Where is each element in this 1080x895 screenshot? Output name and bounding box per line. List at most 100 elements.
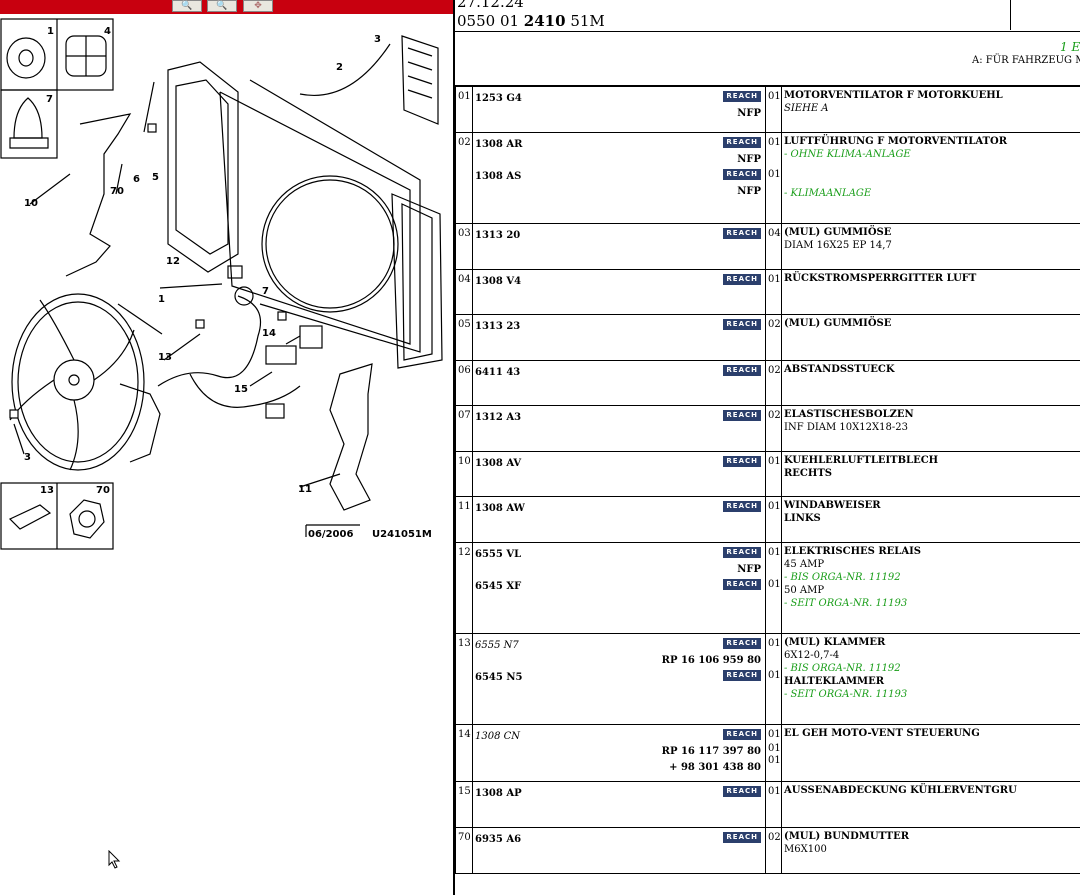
table-row[interactable]: 13 6555 N7 REACH RP 16 106 959 80 6545 N5 REA… bbox=[455, 633, 1080, 725]
table-row[interactable]: 10 1308 AV REACH 01 KUEHLERLUFTLEITBLECH RECH… bbox=[455, 451, 1080, 497]
quantity: 01 bbox=[768, 137, 781, 148]
part-reference[interactable]: 1253 G4 bbox=[475, 92, 522, 105]
table-row[interactable]: 06 6411 43 REACH 02 ABSTANDSSTUECK bbox=[455, 360, 1080, 406]
reach-badge[interactable]: REACH bbox=[723, 786, 761, 797]
position-number: 02 bbox=[455, 132, 473, 224]
part-reference[interactable]: 1313 20 bbox=[475, 229, 520, 242]
part-reference[interactable]: 1308 AW bbox=[475, 502, 525, 515]
description-cell: KUEHLERLUFTLEITBLECH RECHTS bbox=[781, 451, 1080, 497]
reach-badge[interactable]: REACH bbox=[723, 410, 761, 421]
nfp-flag: NFP bbox=[737, 564, 761, 575]
description-line: DIAM 16X25 EP 14,7 bbox=[784, 240, 892, 251]
reach-badge[interactable]: REACH bbox=[723, 274, 761, 285]
quantity: 01 bbox=[768, 91, 781, 102]
position-number: 04 bbox=[455, 269, 473, 315]
reach-badge[interactable]: REACH bbox=[723, 169, 761, 180]
table-row[interactable]: 12 6555 VL REACH NFP 6545 XF REACH 01 01 ELEKTRI… bbox=[455, 542, 1080, 634]
description-line: MOTORVENTILATOR F MOTORKUEHL bbox=[784, 90, 1003, 101]
description-cell: ABSTANDSSTUECK bbox=[781, 360, 1080, 406]
position-number: 12 bbox=[455, 542, 473, 634]
reach-badge[interactable]: REACH bbox=[723, 456, 761, 467]
quantity-cell: 01 bbox=[765, 86, 782, 133]
part-reference[interactable]: 1308 AS bbox=[475, 170, 521, 183]
description-line: - SEIT ORGA-NR. 11193 bbox=[784, 598, 908, 609]
quantity: 01 bbox=[768, 743, 781, 754]
nfp-flag: NFP bbox=[737, 108, 761, 119]
move-button[interactable]: ✥ bbox=[243, 0, 273, 12]
reference-cell: 6935 A6 REACH bbox=[472, 827, 766, 874]
table-row[interactable]: 15 1308 AP REACH 01 AUSSENABDECKUNG KÜHLERVE… bbox=[455, 781, 1080, 828]
table-row[interactable]: 04 1308 V4 REACH 01 RÜCKSTROMSPERRGITTER LUF… bbox=[455, 269, 1080, 315]
reach-badge[interactable]: REACH bbox=[723, 670, 761, 681]
reach-badge[interactable]: REACH bbox=[723, 501, 761, 512]
zoom-out-button[interactable]: 🔍 bbox=[207, 0, 237, 12]
table-row[interactable]: 14 1308 CN REACH RP 16 117 397 80 + 98 301 4… bbox=[455, 724, 1080, 782]
table-row[interactable]: 07 1312 A3 REACH 02 ELASTISCHESBOLZEN INF DIA… bbox=[455, 405, 1080, 452]
quantity: 02 bbox=[768, 365, 781, 376]
part-reference[interactable]: 1308 V4 bbox=[475, 275, 521, 288]
part-reference[interactable]: 1313 23 bbox=[475, 320, 520, 333]
part-reference[interactable]: 1308 AP bbox=[475, 787, 522, 800]
part-reference[interactable]: 6935 A6 bbox=[475, 833, 521, 846]
quantity-cell: 02 bbox=[765, 405, 782, 452]
reference-cell: 1308 AW REACH bbox=[472, 496, 766, 543]
reach-badge[interactable]: REACH bbox=[723, 638, 761, 649]
description-line: - BIS ORGA-NR. 11192 bbox=[784, 663, 901, 674]
exploded-parts-diagram[interactable]: 1 4 7 2 3 5 6 70 10 12 7 1 14 13 15 3 11… bbox=[0, 14, 453, 895]
position-number: 03 bbox=[455, 223, 473, 270]
description-cell: (MUL) BUNDMUTTER M6X100 bbox=[781, 827, 1080, 874]
part-reference[interactable]: 1308 CN bbox=[475, 730, 520, 743]
description-line: LUFTFÜHRUNG F MOTORVENTILATOR bbox=[784, 136, 1008, 147]
reach-badge[interactable]: REACH bbox=[723, 579, 761, 590]
table-row[interactable]: 03 1313 20 REACH 04 (MUL) GUMMIÖSE DIAM 16X25… bbox=[455, 223, 1080, 270]
reach-badge[interactable]: REACH bbox=[723, 137, 761, 148]
description-line: LINKS bbox=[784, 513, 821, 524]
zoom-in-icon: 🔍 bbox=[181, 1, 193, 11]
description-line: ELASTISCHESBOLZEN bbox=[784, 409, 914, 420]
part-reference[interactable]: 6545 N5 bbox=[475, 671, 522, 684]
table-row[interactable]: 02 1308 AR REACH NFP 1308 AS REACH NFP 01 01 LUFT… bbox=[455, 132, 1080, 224]
part-reference[interactable]: 6411 43 bbox=[475, 366, 520, 379]
quantity: 01 bbox=[768, 786, 781, 797]
description-cell: EL GEH MOTO-VENT STEUERUNG bbox=[781, 724, 1080, 782]
description-cell: ELASTISCHESBOLZEN INF DIAM 10X12X18-23 bbox=[781, 405, 1080, 452]
reach-badge[interactable]: REACH bbox=[723, 319, 761, 330]
reach-badge[interactable]: REACH bbox=[723, 832, 761, 843]
quantity-cell: 01 bbox=[765, 781, 782, 828]
part-reference[interactable]: 6555 VL bbox=[475, 548, 521, 561]
part-reference[interactable]: 1312 A3 bbox=[475, 411, 521, 424]
table-row[interactable]: 70 6935 A6 REACH 02 (MUL) BUNDMUTTER M6X100 bbox=[455, 827, 1080, 874]
description-line: - BIS ORGA-NR. 11192 bbox=[784, 572, 901, 583]
callout-3b: 3 bbox=[24, 452, 31, 463]
part-reference[interactable]: 6545 XF bbox=[475, 580, 521, 593]
part-reference[interactable]: 1308 AV bbox=[475, 457, 521, 470]
callout-5: 4 bbox=[104, 26, 111, 37]
position-number: 70 bbox=[455, 827, 473, 874]
part-reference[interactable]: 6555 N7 bbox=[475, 639, 519, 652]
table-row[interactable]: 01 1253 G4 REACH NFP 01 MOTORVENTILATOR F MOT… bbox=[455, 86, 1080, 133]
quantity-cell: 01 01 01 bbox=[765, 724, 782, 782]
callout-7: 7 bbox=[46, 94, 53, 105]
quantity: 01 bbox=[768, 729, 781, 740]
callout-70b: 70 bbox=[96, 485, 110, 496]
table-row[interactable]: 05 1313 23 REACH 02 (MUL) GUMMIÖSE bbox=[455, 314, 1080, 361]
reach-badge[interactable]: REACH bbox=[723, 91, 761, 102]
quantity: 01 bbox=[768, 501, 781, 512]
description-cell: WINDABWEISER LINKS bbox=[781, 496, 1080, 543]
reference-cell: 1308 CN REACH RP 16 117 397 80 + 98 301 438… bbox=[472, 724, 766, 782]
reach-badge[interactable]: REACH bbox=[723, 365, 761, 376]
description-line: SIEHE A bbox=[784, 103, 829, 114]
replacement-reference: + 98 301 438 80 bbox=[669, 762, 761, 773]
reach-badge[interactable]: REACH bbox=[723, 228, 761, 239]
reach-badge[interactable]: REACH bbox=[723, 547, 761, 558]
callout-2: 2 bbox=[336, 62, 343, 73]
quantity-cell: 04 bbox=[765, 223, 782, 270]
quantity-cell: 02 bbox=[765, 360, 782, 406]
part-reference[interactable]: 1308 AR bbox=[475, 138, 522, 151]
zoom-in-button[interactable]: 🔍 bbox=[172, 0, 202, 12]
quantity: 01 bbox=[768, 547, 781, 558]
table-row[interactable]: 11 1308 AW REACH 01 WINDABWEISER LINKS bbox=[455, 496, 1080, 543]
description-cell: (MUL) GUMMIÖSE DIAM 16X25 EP 14,7 bbox=[781, 223, 1080, 270]
description-line: ABSTANDSSTUECK bbox=[784, 364, 895, 375]
reach-badge[interactable]: REACH bbox=[723, 729, 761, 740]
